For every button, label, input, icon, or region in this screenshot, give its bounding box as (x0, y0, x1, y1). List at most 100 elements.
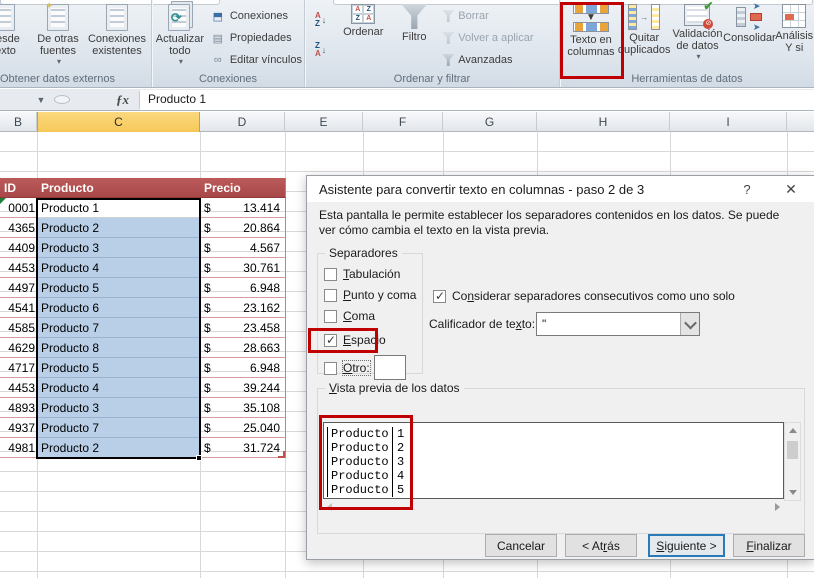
scroll-down-icon[interactable] (789, 490, 797, 495)
properties-button[interactable]: ▤ Propiedades (208, 28, 304, 48)
combobox-dropdown-icon[interactable] (680, 313, 699, 335)
help-icon[interactable]: ? (732, 176, 762, 202)
cell-precio[interactable]: $35.108 (200, 398, 286, 418)
cell-id[interactable]: 4453 (0, 378, 37, 398)
checkbox-other[interactable]: Otro: (324, 360, 370, 376)
other-checkbox[interactable] (324, 362, 337, 375)
scroll-right-icon[interactable] (775, 503, 780, 511)
cell-producto[interactable]: Producto 7 (37, 318, 200, 338)
cell-id[interactable]: 4629 (0, 338, 37, 358)
scroll-up-icon[interactable] (789, 428, 797, 433)
cell-precio[interactable]: $30.761 (200, 258, 286, 278)
column-header-D[interactable]: D (200, 112, 285, 132)
cell-producto[interactable]: Producto 4 (37, 258, 200, 278)
clear-filter-button[interactable]: Borrar (440, 6, 535, 26)
cell-precio[interactable]: $6.948 (200, 278, 286, 298)
cell-id[interactable]: 4497 (0, 278, 37, 298)
cell-producto[interactable]: Producto 7 (37, 418, 200, 438)
tab-checkbox[interactable] (324, 268, 337, 281)
cell-precio[interactable]: $4.567 (200, 238, 286, 258)
column-header-B[interactable]: B (0, 112, 37, 132)
cell-precio[interactable]: $31.724 (200, 438, 286, 458)
column-header-C[interactable]: C (37, 112, 200, 132)
column-header-E[interactable]: E (285, 112, 363, 132)
cell-precio[interactable]: $6.948 (200, 358, 286, 378)
name-box-dropdown-icon[interactable]: ▼ (34, 95, 48, 105)
scrollbar-thumb[interactable] (787, 441, 798, 459)
sort-button[interactable]: AZ ZA Ordenar (334, 0, 392, 70)
text-to-columns-button[interactable]: ▼ Texto en columnas (564, 0, 618, 70)
checkbox-consecutive[interactable]: Considerar separadores consecutivos como… (433, 288, 735, 304)
cell-producto-active[interactable]: Producto 1 (37, 198, 200, 218)
cell-producto[interactable]: Producto 5 (37, 278, 200, 298)
column-header-H[interactable]: H (537, 112, 670, 132)
edit-links-button[interactable]: ∞ Editar vínculos (208, 50, 304, 70)
cell-id[interactable]: 4541 (0, 298, 37, 318)
insert-function-icon[interactable]: ƒx (116, 92, 129, 108)
from-text-button[interactable]: Desde texto (0, 0, 30, 70)
cell-id[interactable]: 4981 (0, 438, 37, 458)
comma-checkbox[interactable] (324, 310, 337, 323)
cell-producto[interactable]: Producto 4 (37, 378, 200, 398)
other-separator-input[interactable] (374, 355, 406, 380)
finish-button[interactable]: Finalizar (733, 534, 805, 557)
existing-connections-button[interactable]: Conexiones existentes (86, 0, 148, 70)
checkbox-tab[interactable]: Tabulación (324, 266, 400, 282)
checkbox-space[interactable]: Espacio (324, 332, 386, 348)
consecutive-checkbox[interactable] (433, 290, 446, 303)
cell-producto[interactable]: Producto 8 (37, 338, 200, 358)
table-header-producto[interactable]: Producto (37, 178, 200, 198)
cell-precio[interactable]: $20.864 (200, 218, 286, 238)
close-icon[interactable]: ✕ (776, 176, 806, 202)
refresh-all-button[interactable]: ⟳ Actualizar todo (152, 0, 208, 70)
reapply-button[interactable]: Volver a aplicar (440, 28, 535, 48)
cell-id[interactable]: 4365 (0, 218, 37, 238)
column-header-G[interactable]: G (443, 112, 537, 132)
cell-precio[interactable]: $39.244 (200, 378, 286, 398)
column-header-F[interactable]: F (363, 112, 443, 132)
cell-precio[interactable]: $28.663 (200, 338, 286, 358)
table-header-id[interactable]: ID (0, 178, 37, 198)
sort-az-button[interactable]: AZ↓ (315, 8, 326, 32)
checkbox-comma[interactable]: Coma (324, 308, 375, 324)
cell-id[interactable]: 4717 (0, 358, 37, 378)
sort-za-button[interactable]: ZA↓ (315, 38, 326, 62)
text-qualifier-combobox[interactable]: " (536, 312, 700, 336)
cell-precio[interactable]: $13.414 (200, 198, 286, 218)
formula-input[interactable]: Producto 1 (140, 90, 814, 110)
cell-producto[interactable]: Producto 2 (37, 438, 200, 458)
cell-producto[interactable]: Producto 6 (37, 298, 200, 318)
preview-horizontal-scrollbar[interactable] (323, 500, 784, 514)
remove-duplicates-button[interactable]: → Quitar duplicados (618, 0, 671, 70)
next-button[interactable]: Siguiente > (648, 534, 725, 557)
fill-handle[interactable] (196, 455, 202, 461)
what-if-analysis-button[interactable]: Análisis Y si (774, 0, 814, 70)
semicolon-checkbox[interactable] (324, 289, 337, 302)
cell-producto[interactable]: Producto 2 (37, 218, 200, 238)
cancel-button[interactable]: Cancelar (485, 534, 557, 557)
advanced-filter-button[interactable]: Avanzadas (440, 50, 535, 70)
cell-id[interactable]: 4893 (0, 398, 37, 418)
connections-button[interactable]: ⬒ Conexiones (208, 6, 304, 26)
space-checkbox[interactable] (324, 334, 337, 347)
cell-id[interactable]: 4453 (0, 258, 37, 278)
cell-id[interactable]: 4409 (0, 238, 37, 258)
table-header-precio[interactable]: Precio (200, 178, 286, 198)
cell-precio[interactable]: $23.458 (200, 318, 286, 338)
other-sources-button[interactable]: ✦ De otras fuentes (30, 0, 86, 70)
table-resize-handle[interactable] (278, 451, 285, 458)
cell-producto[interactable]: Producto 3 (37, 398, 200, 418)
cell-producto[interactable]: Producto 5 (37, 358, 200, 378)
consolidate-button[interactable]: ➤➤ Consolidar (724, 0, 774, 70)
cell-precio[interactable]: $23.162 (200, 298, 286, 318)
checkbox-semicolon[interactable]: Punto y coma (324, 287, 416, 303)
filter-button[interactable]: Filtro (392, 0, 436, 70)
cell-precio[interactable]: $25.040 (200, 418, 286, 438)
data-validation-button[interactable]: ✔⊘ Validación de datos (671, 0, 725, 70)
scroll-left-icon[interactable] (327, 503, 332, 511)
cell-producto[interactable]: Producto 3 (37, 238, 200, 258)
cell-id[interactable]: 4585 (0, 318, 37, 338)
column-header-I[interactable]: I (670, 112, 787, 132)
cell-id[interactable]: 4937 (0, 418, 37, 438)
back-button[interactable]: < Atrás (565, 534, 637, 557)
